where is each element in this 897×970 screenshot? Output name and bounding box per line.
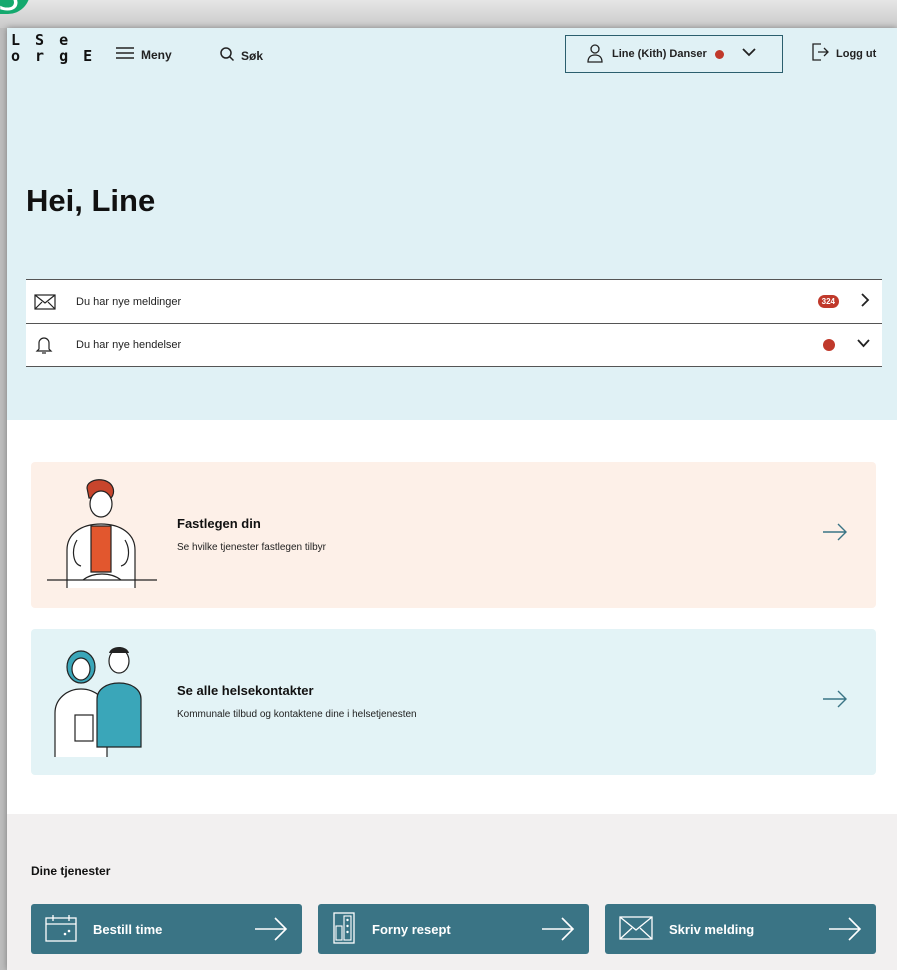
calendar-icon bbox=[45, 914, 77, 945]
card-subtitle: Se hvilke tjenester fastlegen tilbyr bbox=[177, 542, 326, 553]
logout-icon bbox=[810, 42, 830, 65]
app-window: L S e o r g E Meny Søk Line (Kith) Danse… bbox=[7, 28, 897, 970]
write-message-button[interactable]: Skriv melding bbox=[605, 904, 876, 954]
services-heading: Dine tjenester bbox=[31, 864, 111, 878]
chevron-right-icon bbox=[861, 293, 870, 310]
message-count-badge: 324 bbox=[817, 295, 839, 308]
pill-box-icon bbox=[332, 911, 356, 947]
service-label: Skriv melding bbox=[669, 921, 755, 937]
screenshot-frame: L S e o r g E Meny Søk Line (Kith) Danse… bbox=[0, 0, 897, 970]
browser-top-shadow bbox=[0, 0, 897, 30]
card-fastlege[interactable]: Fastlegen din Se hvilke tjenester fastle… bbox=[31, 462, 876, 608]
arrow-right-icon bbox=[822, 522, 848, 547]
search-icon bbox=[219, 46, 235, 65]
arrow-right-icon bbox=[254, 917, 288, 944]
doctor-illustration bbox=[47, 470, 157, 600]
card-subtitle: Kommunale tilbud og kontaktene dine i he… bbox=[177, 709, 417, 720]
book-appointment-button[interactable]: Bestill time bbox=[31, 904, 302, 954]
search-label: Søk bbox=[241, 48, 264, 63]
card-helsekontakter[interactable]: Se alle helsekontakter Kommunale tilbud … bbox=[31, 629, 876, 775]
page-greeting: Hei, Line bbox=[26, 183, 156, 218]
health-contacts-illustration bbox=[47, 637, 157, 767]
arrow-right-icon bbox=[822, 689, 848, 714]
arrow-right-icon bbox=[541, 917, 575, 944]
menu-label: Meny bbox=[141, 47, 172, 62]
notification-events[interactable]: Du har nye hendelser bbox=[26, 323, 882, 367]
menu-button[interactable]: Meny bbox=[115, 46, 172, 63]
notification-messages[interactable]: Du har nye meldinger 324 bbox=[26, 279, 882, 323]
logo-line-2: o r g E bbox=[11, 47, 96, 65]
user-alert-dot bbox=[714, 49, 724, 59]
chevron-down-icon bbox=[857, 339, 870, 351]
hamburger-icon bbox=[115, 46, 135, 63]
user-icon bbox=[586, 43, 604, 66]
envelope-icon bbox=[34, 293, 62, 310]
chevron-down-icon bbox=[742, 48, 756, 60]
renew-prescription-button[interactable]: Forny resept bbox=[318, 904, 589, 954]
logout-label: Logg ut bbox=[836, 47, 877, 60]
logo-line-1: L S e bbox=[11, 31, 72, 49]
left-edge bbox=[0, 28, 7, 970]
card-title: Se alle helsekontakter bbox=[177, 683, 314, 698]
event-alert-dot bbox=[823, 339, 835, 351]
user-name: Line (Kith) Danser bbox=[612, 48, 707, 60]
card-title: Fastlegen din bbox=[177, 516, 261, 531]
notification-label: Du har nye hendelser bbox=[76, 339, 182, 351]
service-label: Forny resept bbox=[372, 921, 451, 937]
site-header: L S e o r g E Meny Søk Line (Kith) Danse… bbox=[7, 28, 897, 84]
arrow-right-icon bbox=[828, 917, 862, 944]
hero-section: L S e o r g E Meny Søk Line (Kith) Danse… bbox=[7, 28, 897, 420]
logout-button[interactable]: Logg ut bbox=[810, 42, 876, 65]
bell-icon bbox=[34, 335, 62, 355]
services-section: Dine tjenester Bestill time Forny resept bbox=[7, 814, 897, 970]
user-menu-button[interactable]: Line (Kith) Danser bbox=[565, 35, 783, 73]
logo[interactable]: L S e o r g E bbox=[11, 32, 95, 64]
envelope-icon bbox=[619, 915, 653, 943]
service-label: Bestill time bbox=[93, 921, 163, 937]
notification-label: Du har nye meldinger bbox=[76, 295, 182, 308]
search-button[interactable]: Søk bbox=[219, 46, 263, 65]
